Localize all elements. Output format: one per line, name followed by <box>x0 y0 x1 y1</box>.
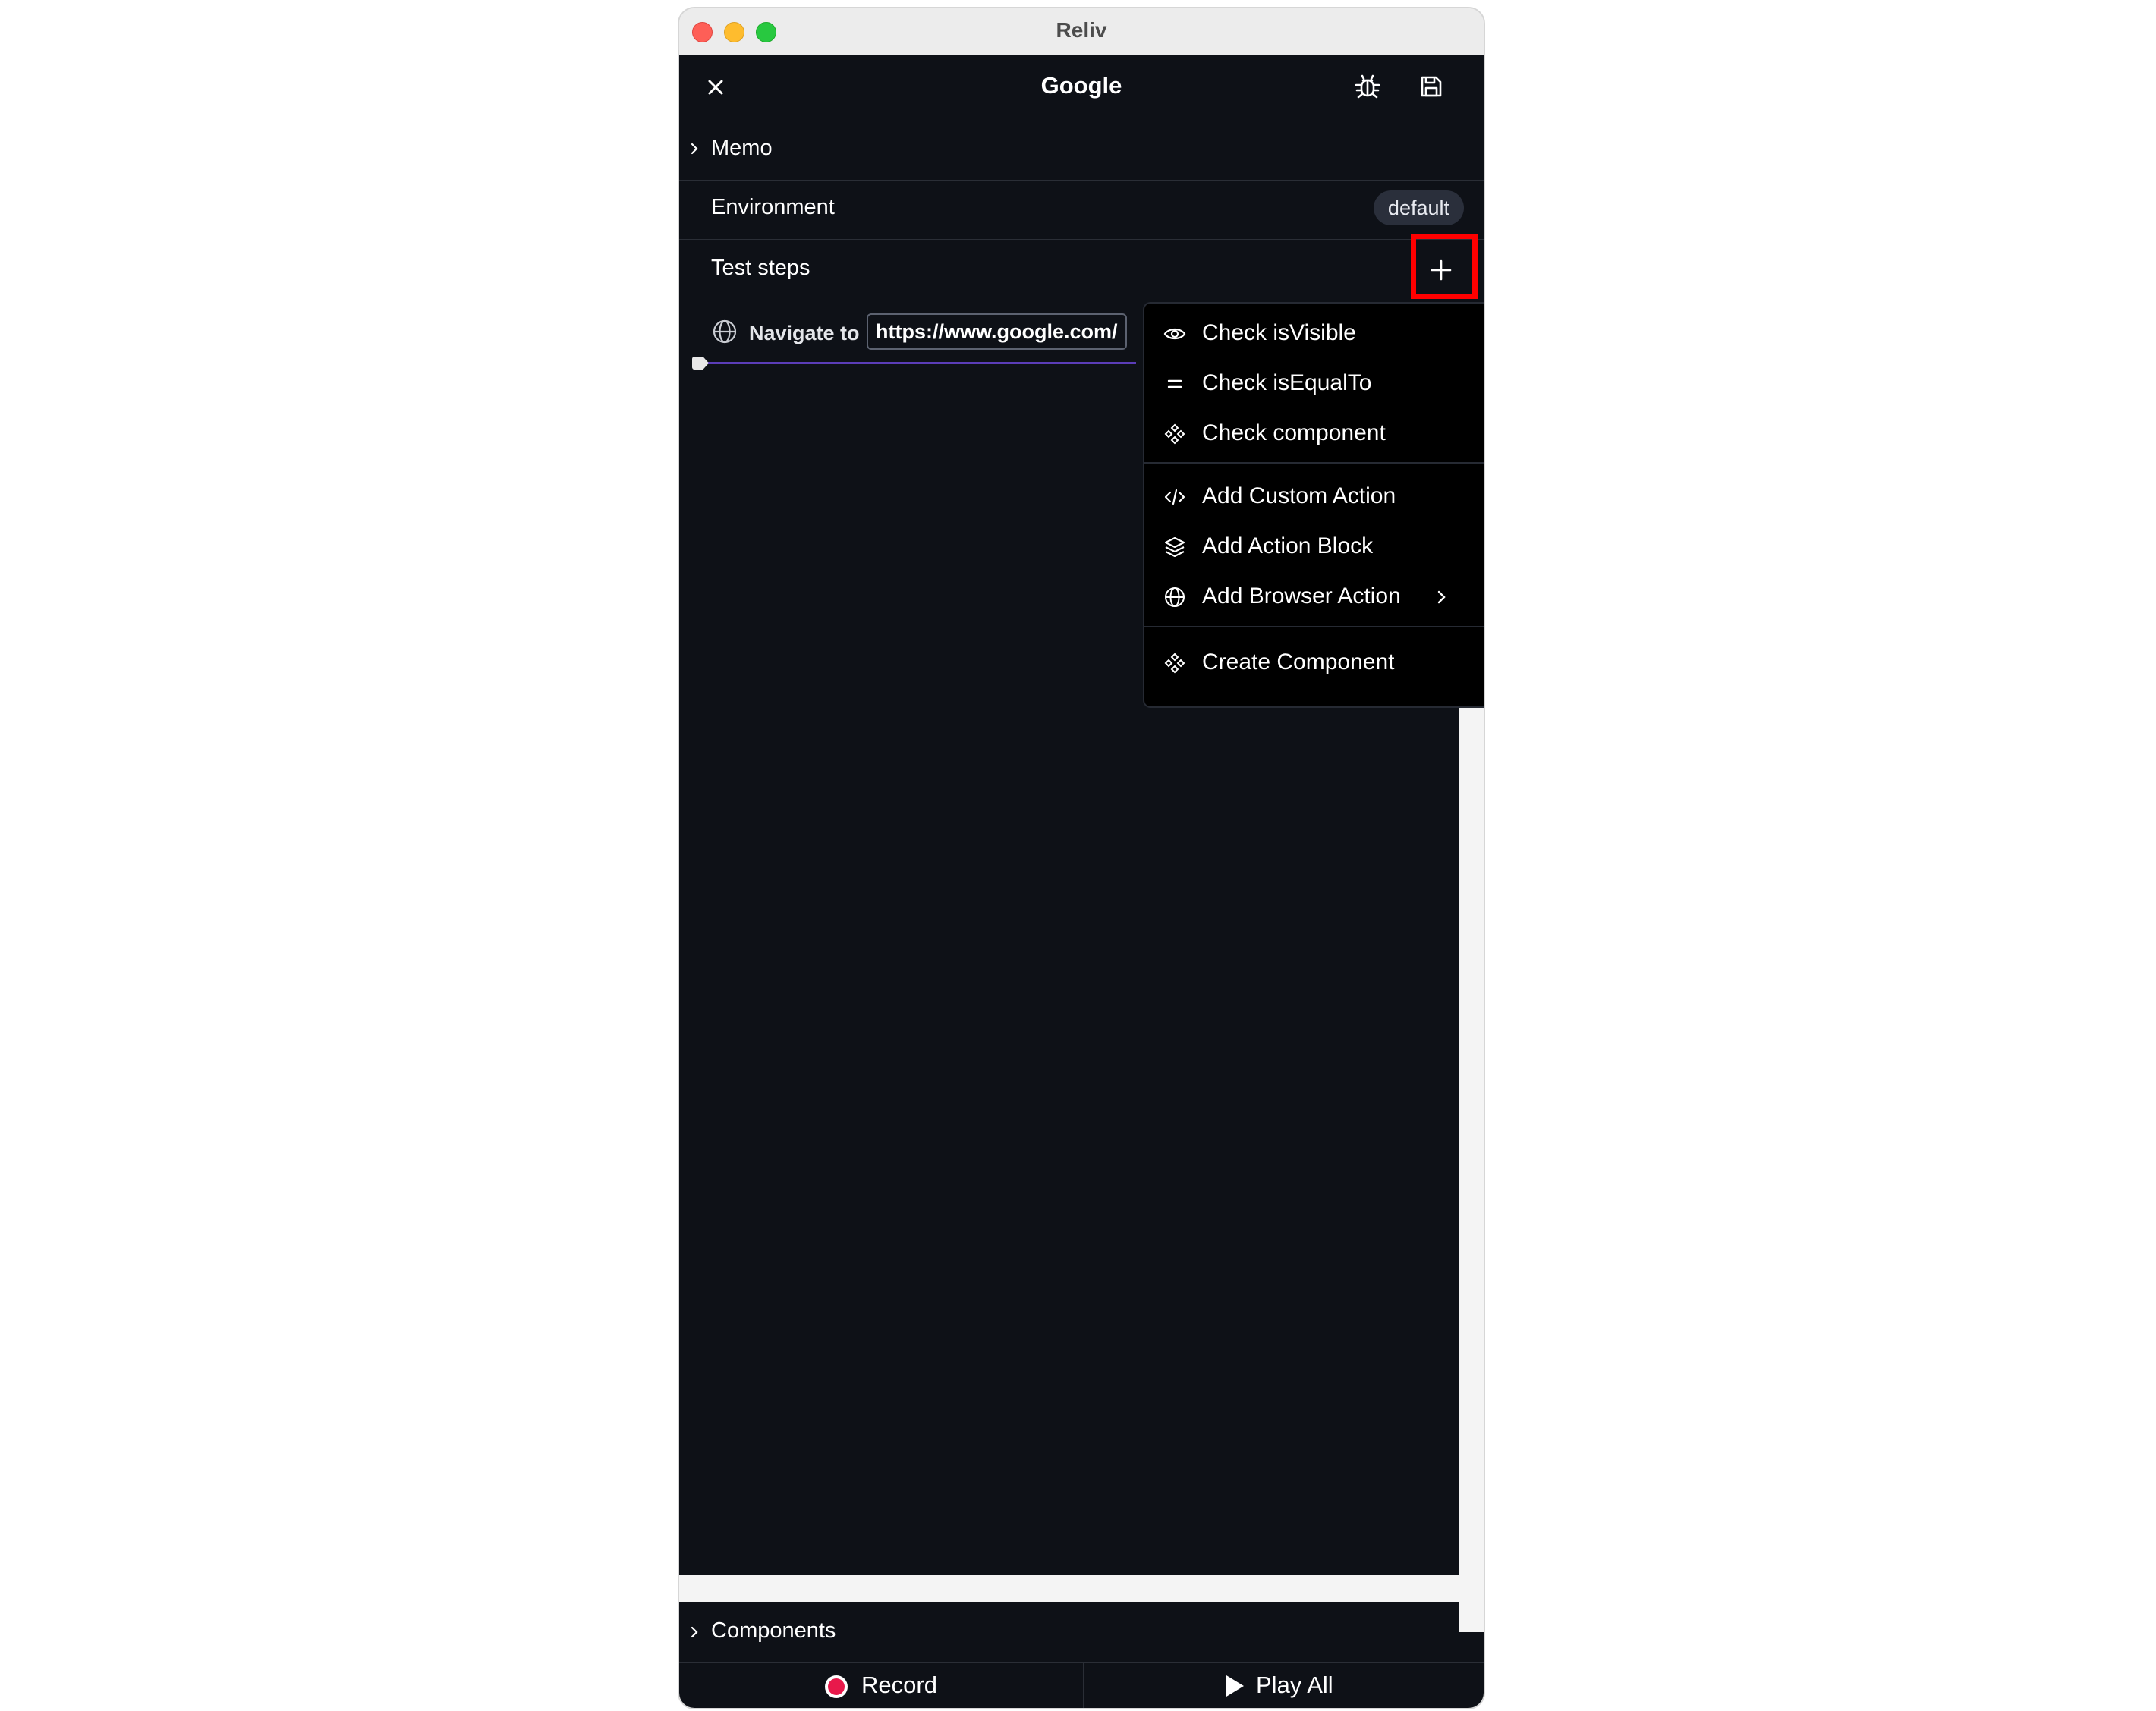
eye-icon <box>1163 328 1186 340</box>
environment-row: Environment default <box>679 180 1484 240</box>
menu-item-check-component[interactable]: Check component <box>1144 408 1484 458</box>
menu-item-label: Add Browser Action <box>1202 583 1401 609</box>
component-icon <box>1164 653 1185 674</box>
panel-gap <box>679 1575 1484 1602</box>
environment-label: Environment <box>711 195 835 219</box>
save-icon[interactable] <box>1418 73 1445 100</box>
globe-icon <box>713 319 737 344</box>
menu-item-label: Check component <box>1202 420 1386 445</box>
menu-item-label: Add Action Block <box>1202 533 1374 558</box>
menu-item-check-isvisible[interactable]: Check isVisible <box>1144 308 1484 358</box>
menu-item-add-browser-action[interactable]: Add Browser Action <box>1144 571 1484 621</box>
menu-item-label: Check isVisible <box>1202 320 1356 345</box>
window-title: Reliv <box>1056 18 1107 42</box>
step-action-label: Navigate to <box>749 322 860 344</box>
add-step-button[interactable] <box>1412 243 1471 302</box>
menu-item-label: Add Custom Action <box>1202 483 1396 508</box>
chevron-right-icon <box>691 143 698 155</box>
menu-divider <box>1144 626 1484 627</box>
menu-divider <box>1144 462 1484 464</box>
playhead-marker[interactable] <box>692 357 709 370</box>
menu-item-add-action-block[interactable]: Add Action Block <box>1144 521 1484 571</box>
components-label: Components <box>711 1618 836 1643</box>
app-content: Google Memo Environment default Test ste… <box>679 55 1484 1708</box>
memo-label: Memo <box>711 136 773 160</box>
record-button[interactable]: Record <box>679 1662 1084 1708</box>
memo-section[interactable]: Memo <box>679 121 1484 181</box>
menu-item-add-custom-action[interactable]: Add Custom Action <box>1144 471 1484 521</box>
record-label: Record <box>861 1672 937 1698</box>
scroll-gutter <box>1459 706 1484 1632</box>
play-all-button[interactable]: Play All <box>1084 1662 1484 1708</box>
bug-icon[interactable] <box>1352 71 1383 102</box>
footer-bar: Record Play All <box>679 1662 1484 1708</box>
chevron-right-icon <box>691 1626 698 1638</box>
test-steps-header: Test steps <box>679 239 1484 303</box>
menu-item-label: Check isEqualTo <box>1202 370 1372 395</box>
title-bar: Reliv <box>679 8 1484 56</box>
play-all-label: Play All <box>1256 1672 1333 1698</box>
menu-item-label: Create Component <box>1202 649 1395 675</box>
menu-item-create-component[interactable]: Create Component <box>1144 637 1484 687</box>
equals-icon <box>1167 379 1182 388</box>
play-icon <box>1226 1675 1244 1697</box>
components-section[interactable]: Components <box>679 1602 1484 1663</box>
step-timeline <box>696 362 1136 364</box>
app-window: Reliv Google Memo Environment default Te… <box>678 7 1485 1709</box>
plus-icon <box>1431 259 1452 281</box>
record-icon <box>825 1675 848 1698</box>
globe-icon <box>1165 587 1185 607</box>
header-bar: Google <box>679 55 1484 121</box>
test-steps-label: Test steps <box>711 256 810 280</box>
component-icon <box>1164 423 1185 445</box>
environment-badge[interactable]: default <box>1373 190 1464 225</box>
code-icon <box>1164 489 1185 505</box>
chevron-right-icon <box>1437 590 1446 604</box>
layers-icon <box>1164 536 1185 558</box>
step-url-field[interactable]: https://www.google.com/ <box>867 313 1127 350</box>
add-step-menu: Check isVisible Check isEqualTo Check co… <box>1143 302 1484 708</box>
menu-item-check-isequalto[interactable]: Check isEqualTo <box>1144 358 1484 408</box>
